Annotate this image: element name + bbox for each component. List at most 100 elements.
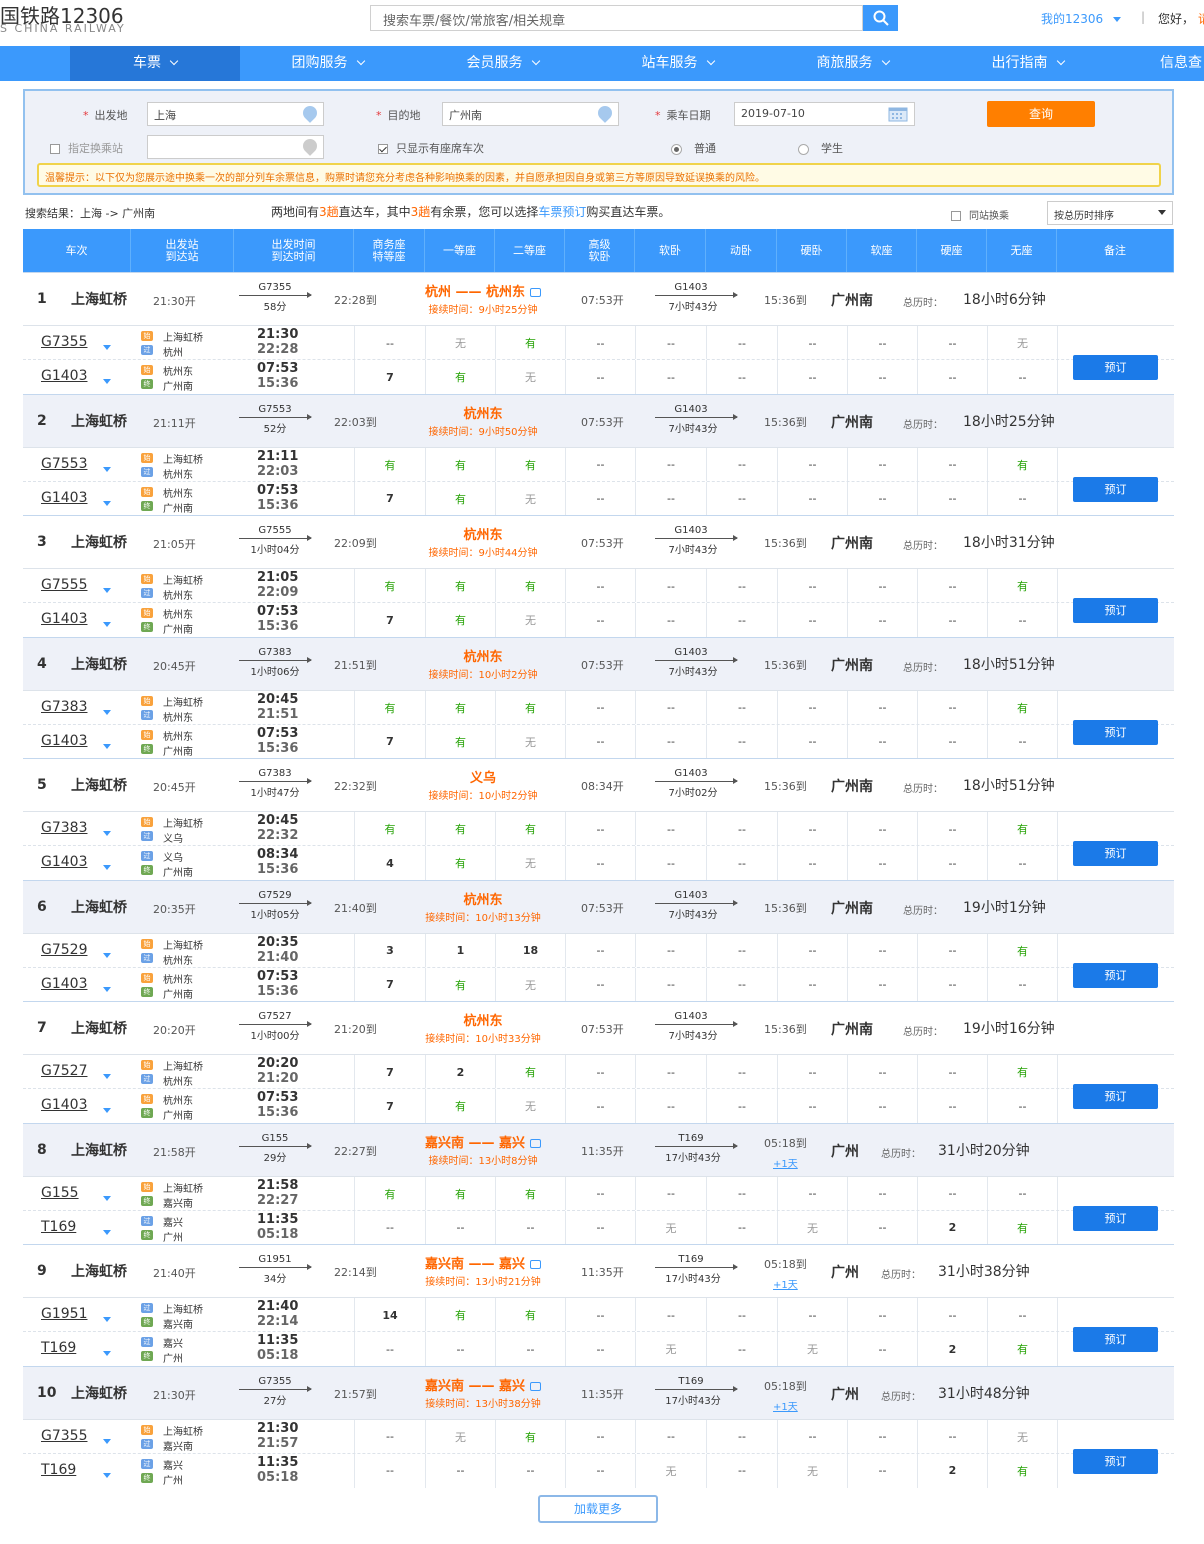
seat-availability: -- [565,1453,635,1488]
train-number-link[interactable]: G155 [41,1185,79,1201]
leg-to-station: 杭州东 [163,712,193,724]
train-detail-dropdown-icon[interactable] [103,1108,111,1113]
load-more-button[interactable]: 加载更多 [538,1495,658,1523]
train-detail-dropdown-icon[interactable] [103,831,111,836]
train-number-link[interactable]: G1951 [41,1306,87,1322]
transfer-map-icon[interactable] [530,1260,542,1269]
train-detail-dropdown-icon[interactable] [103,709,111,715]
book-button[interactable]: 预订 [1073,962,1158,988]
nav-item-business[interactable]: 商旅服务 [765,46,940,81]
train-detail-dropdown-icon[interactable] [103,986,111,992]
train-detail-dropdown-icon[interactable] [103,1438,111,1444]
train-number-link[interactable]: T169 [41,1219,76,1235]
to-input[interactable]: 广州南 [442,102,619,126]
train-number-link[interactable]: G1403 [41,1097,87,1113]
seat-availability: -- [917,690,987,725]
transfer-map-icon[interactable] [530,1381,542,1391]
train-number-link[interactable]: G1403 [41,490,87,506]
train-detail-dropdown-icon[interactable] [103,1317,111,1322]
total-duration-label: 总历时： [903,905,943,917]
train-detail-dropdown-icon[interactable] [103,1195,111,1201]
search-input[interactable]: 搜索车票/餐饮/常旅客/相关规章 [370,5,863,31]
next-day-link[interactable]: +1天 [773,1398,798,1413]
book-button[interactable]: 预订 [1073,355,1158,380]
normal-ticket-option[interactable]: 普通 [671,140,716,156]
next-day-link[interactable]: +1天 [773,1155,798,1170]
transfer-map-icon[interactable] [530,288,542,297]
book-direct-link[interactable]: 车票预订 [538,205,586,219]
train-number-link[interactable]: G1403 [41,368,87,384]
train-detail-dropdown-icon[interactable] [103,588,111,593]
seat-availability: -- [565,690,635,725]
checkbox[interactable] [50,144,60,154]
seat-availability: -- [635,846,706,880]
book-button[interactable]: 预订 [1073,719,1158,745]
query-button[interactable]: 查询 [987,101,1095,127]
transfer-group: 1 上海虹桥 21:30开 G7355 58分 22:28到 杭州 —— 杭州东 接续时间：9… [23,272,1174,394]
train-number-link[interactable]: G1403 [41,733,87,749]
train-number-link[interactable]: G1403 [41,611,87,627]
train-number-link[interactable]: G7355 [41,1428,87,1444]
transfer-station-input[interactable] [147,135,324,159]
train-number-link[interactable]: G7527 [41,1063,87,1079]
train-number-link[interactable]: G7555 [41,577,87,593]
train-detail-dropdown-icon[interactable] [103,345,111,350]
train-number-link[interactable]: G1403 [41,854,87,870]
leg-to-station: 嘉兴南 [163,1441,193,1453]
login-link[interactable]: 请 [1198,10,1204,27]
nav-item-guide[interactable]: 出行指南 [940,46,1115,81]
student-ticket-option[interactable]: 学生 [798,140,843,156]
nav-item-station[interactable]: 站车服务 [590,46,765,81]
book-button[interactable]: 预订 [1073,1327,1158,1352]
train-detail-dropdown-icon[interactable] [103,500,111,506]
seat-availability: -- [987,1298,1057,1332]
train-detail-dropdown-icon[interactable] [103,1074,111,1079]
book-button[interactable]: 预订 [1073,1448,1158,1474]
next-day-link[interactable]: +1天 [773,1276,798,1291]
sort-select[interactable]: 按总历时排序 [1047,201,1173,225]
same-station-option[interactable]: 同站换乘 [951,207,1009,222]
my-account-link[interactable]: 我的12306 [1041,10,1122,27]
train-detail-dropdown-icon[interactable] [103,379,111,384]
nav-item-tickets[interactable]: 车票 [70,46,240,81]
train-number-link[interactable]: G7529 [41,942,87,958]
book-button[interactable]: 预订 [1073,1205,1158,1231]
train-number-link[interactable]: G7383 [41,699,87,715]
transfer-group: 10 上海虹桥 21:30开 G7355 27分 21:57到 嘉兴南 —— 嘉兴 接续时间：… [23,1365,1174,1488]
book-button[interactable]: 预订 [1073,841,1158,866]
only-seats-option[interactable]: 只显示有座席车次 [378,140,484,156]
chevron-down-icon [881,56,890,66]
book-button[interactable]: 预订 [1073,476,1158,502]
checkbox[interactable] [951,211,961,221]
seat-availability: -- [847,846,917,880]
train-detail-dropdown-icon[interactable] [103,1229,111,1235]
nav-item-group[interactable]: 团购服务 [240,46,415,81]
radio-button[interactable] [671,143,682,155]
radio-button[interactable] [798,143,809,155]
nav-item-member[interactable]: 会员服务 [415,46,590,81]
train-number-link[interactable]: G7355 [41,334,87,350]
train-detail-dropdown-icon[interactable] [103,1472,111,1478]
train-detail-dropdown-icon[interactable] [103,622,111,627]
search-button[interactable] [863,5,898,31]
nav-item-info[interactable]: 信息查 [1160,46,1204,81]
train-detail-dropdown-icon[interactable] [103,743,111,749]
transfer-map-icon[interactable] [530,1138,542,1148]
seat-availability: 有 [495,690,565,725]
train-detail-dropdown-icon[interactable] [103,1351,111,1356]
book-button[interactable]: 预订 [1073,1084,1158,1109]
train-detail-dropdown-icon[interactable] [103,466,111,472]
checkbox[interactable] [378,144,388,154]
book-button[interactable]: 预订 [1073,598,1158,623]
train-number-link[interactable]: T169 [41,1462,76,1478]
train-number-link[interactable]: T169 [41,1340,76,1356]
transfer-station-option[interactable]: 指定换乘站 [50,140,123,156]
train-number-link[interactable]: G7553 [41,456,87,472]
train-number-link[interactable]: G7383 [41,820,87,836]
date-input[interactable]: 2019-07-10 [734,102,915,126]
train-detail-dropdown-icon[interactable] [103,952,111,958]
train-detail-dropdown-icon[interactable] [103,865,111,870]
from-input[interactable]: 上海 [147,102,324,126]
train-number-link[interactable]: G1403 [41,976,87,992]
arrow-icon [239,1142,312,1149]
